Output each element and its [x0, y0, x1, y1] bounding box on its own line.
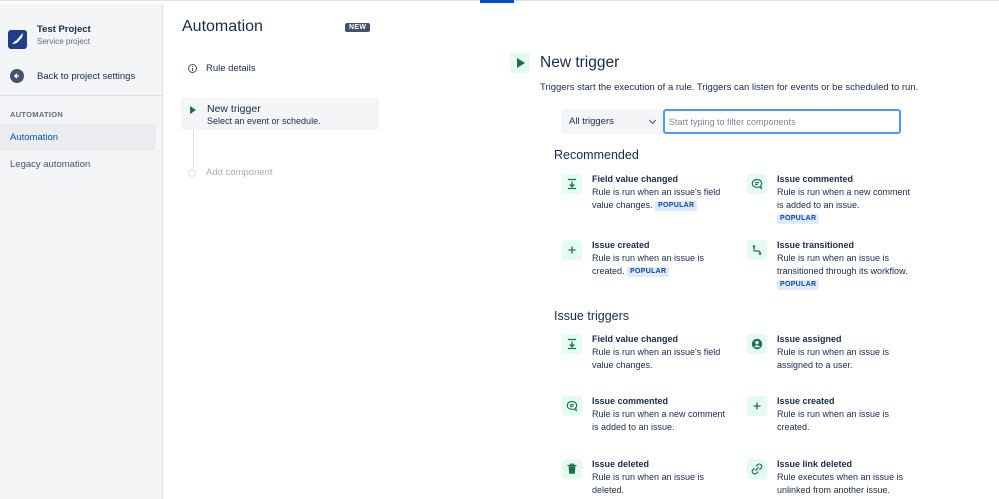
popular-badge: POPULAR [655, 201, 698, 211]
trigger-description: Rule is run when an issue is deleted. [592, 472, 705, 495]
sidebar-divider [0, 95, 162, 96]
add-component-step[interactable]: Add component [188, 167, 273, 178]
trash-icon [562, 459, 582, 479]
recommended-heading: Recommended [554, 148, 639, 162]
rule-details-step[interactable]: Rule details [188, 63, 256, 74]
comment-icon [747, 174, 767, 194]
sidebar-item-legacy-automation[interactable]: Legacy automation [0, 151, 156, 178]
add-component-label: Add component [206, 167, 273, 178]
sidebar-item-automation[interactable]: Automation [0, 124, 156, 151]
popular-badge: POPULAR [777, 280, 820, 290]
project-name: Test Project [37, 24, 91, 35]
field-value-icon [562, 174, 582, 194]
trigger-description: Rule is run when an issue is transitione… [777, 253, 908, 290]
issue-triggers-heading: Issue triggers [554, 309, 630, 323]
step-connector-line [193, 130, 194, 168]
trigger-description: Rule is run when a new comment is added … [777, 187, 911, 224]
add-dot-icon [188, 168, 196, 177]
top-accent-bar [480, 0, 514, 3]
trigger-description: Rule executes when an issue is unlinked … [777, 472, 904, 495]
chevron-down-icon [648, 116, 657, 125]
popular-badge: POPULAR [777, 214, 820, 224]
field-value-icon [562, 334, 582, 354]
play-icon [190, 106, 196, 114]
trigger-name: Field value changed [592, 174, 679, 184]
user-icon [747, 334, 767, 354]
trigger-description: Rule is run when an issue is created. PO… [592, 253, 705, 277]
trigger-play-icon [510, 53, 530, 73]
panel-description: Triggers start the execution of a rule. … [540, 82, 919, 93]
trigger-type-select[interactable]: All triggers [561, 109, 663, 134]
project-header[interactable]: Test Project Service project [8, 24, 91, 49]
trigger-name: Issue created [777, 396, 835, 406]
new-badge: NEW [345, 23, 371, 32]
filter-components-input[interactable] [663, 109, 901, 134]
trigger-name: Issue commented [777, 174, 854, 184]
trigger-name: Issue commented [592, 396, 669, 406]
panel-title: New trigger [540, 54, 620, 71]
trigger-description: Rule is run when an issue is created. [777, 409, 890, 432]
trigger-step-subtitle: Select an event or schedule. [207, 116, 321, 126]
back-to-settings-link[interactable]: Back to project settings [10, 69, 135, 83]
trigger-name: Issue deleted [592, 459, 650, 469]
trigger-name: Issue created [592, 240, 650, 250]
plus-icon [747, 396, 767, 416]
trigger-type-select-value: All triggers [569, 116, 614, 127]
rule-details-label: Rule details [206, 63, 256, 74]
trigger-step-title: New trigger [207, 103, 261, 115]
trigger-description: Rule is run when an issue's field value … [592, 187, 721, 211]
trigger-description: Rule is run when a new comment is added … [592, 409, 726, 432]
trigger-name: Field value changed [592, 334, 679, 344]
trigger-name: Issue transitioned [777, 240, 855, 250]
plus-icon [562, 240, 582, 260]
trigger-description: Rule is run when an issue's field value … [592, 347, 721, 370]
sidebar: Test Project Service project Back to pro… [0, 4, 163, 499]
project-avatar-icon [8, 30, 27, 49]
trigger-description: Rule is run when an issue is assigned to… [777, 347, 890, 370]
comment-icon [562, 396, 582, 416]
trigger-name: Issue assigned [777, 334, 842, 344]
arrow-left-icon [10, 69, 24, 83]
new-trigger-step[interactable]: New trigger Select an event or schedule. [181, 98, 379, 130]
sidebar-section-heading: AUTOMATION [10, 110, 64, 119]
transition-icon [747, 240, 767, 260]
page-title: Automation [182, 18, 263, 35]
unlink-icon [747, 459, 767, 479]
info-icon [188, 64, 197, 73]
back-label: Back to project settings [37, 70, 136, 82]
popular-badge: POPULAR [627, 267, 670, 277]
project-type: Service project [37, 37, 90, 46]
trigger-name: Issue link deleted [777, 459, 853, 469]
